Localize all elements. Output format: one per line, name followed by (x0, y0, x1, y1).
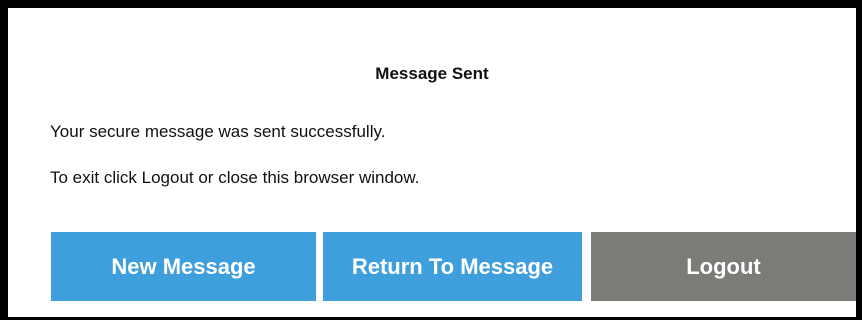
new-message-button[interactable]: New Message (51, 232, 316, 301)
return-to-message-button[interactable]: Return To Message (323, 232, 582, 301)
logout-button-label: Logout (686, 253, 761, 279)
exit-instructions: To exit click Logout or close this brows… (50, 168, 420, 187)
message-sent-panel: Message Sent Your secure message was sen… (0, 0, 862, 320)
new-message-button-label: New Message (111, 253, 256, 279)
page-title: Message Sent (375, 64, 489, 83)
success-message: Your secure message was sent successfull… (50, 122, 386, 141)
return-to-message-button-label: Return To Message (351, 253, 554, 279)
logout-button[interactable]: Logout (591, 232, 856, 301)
